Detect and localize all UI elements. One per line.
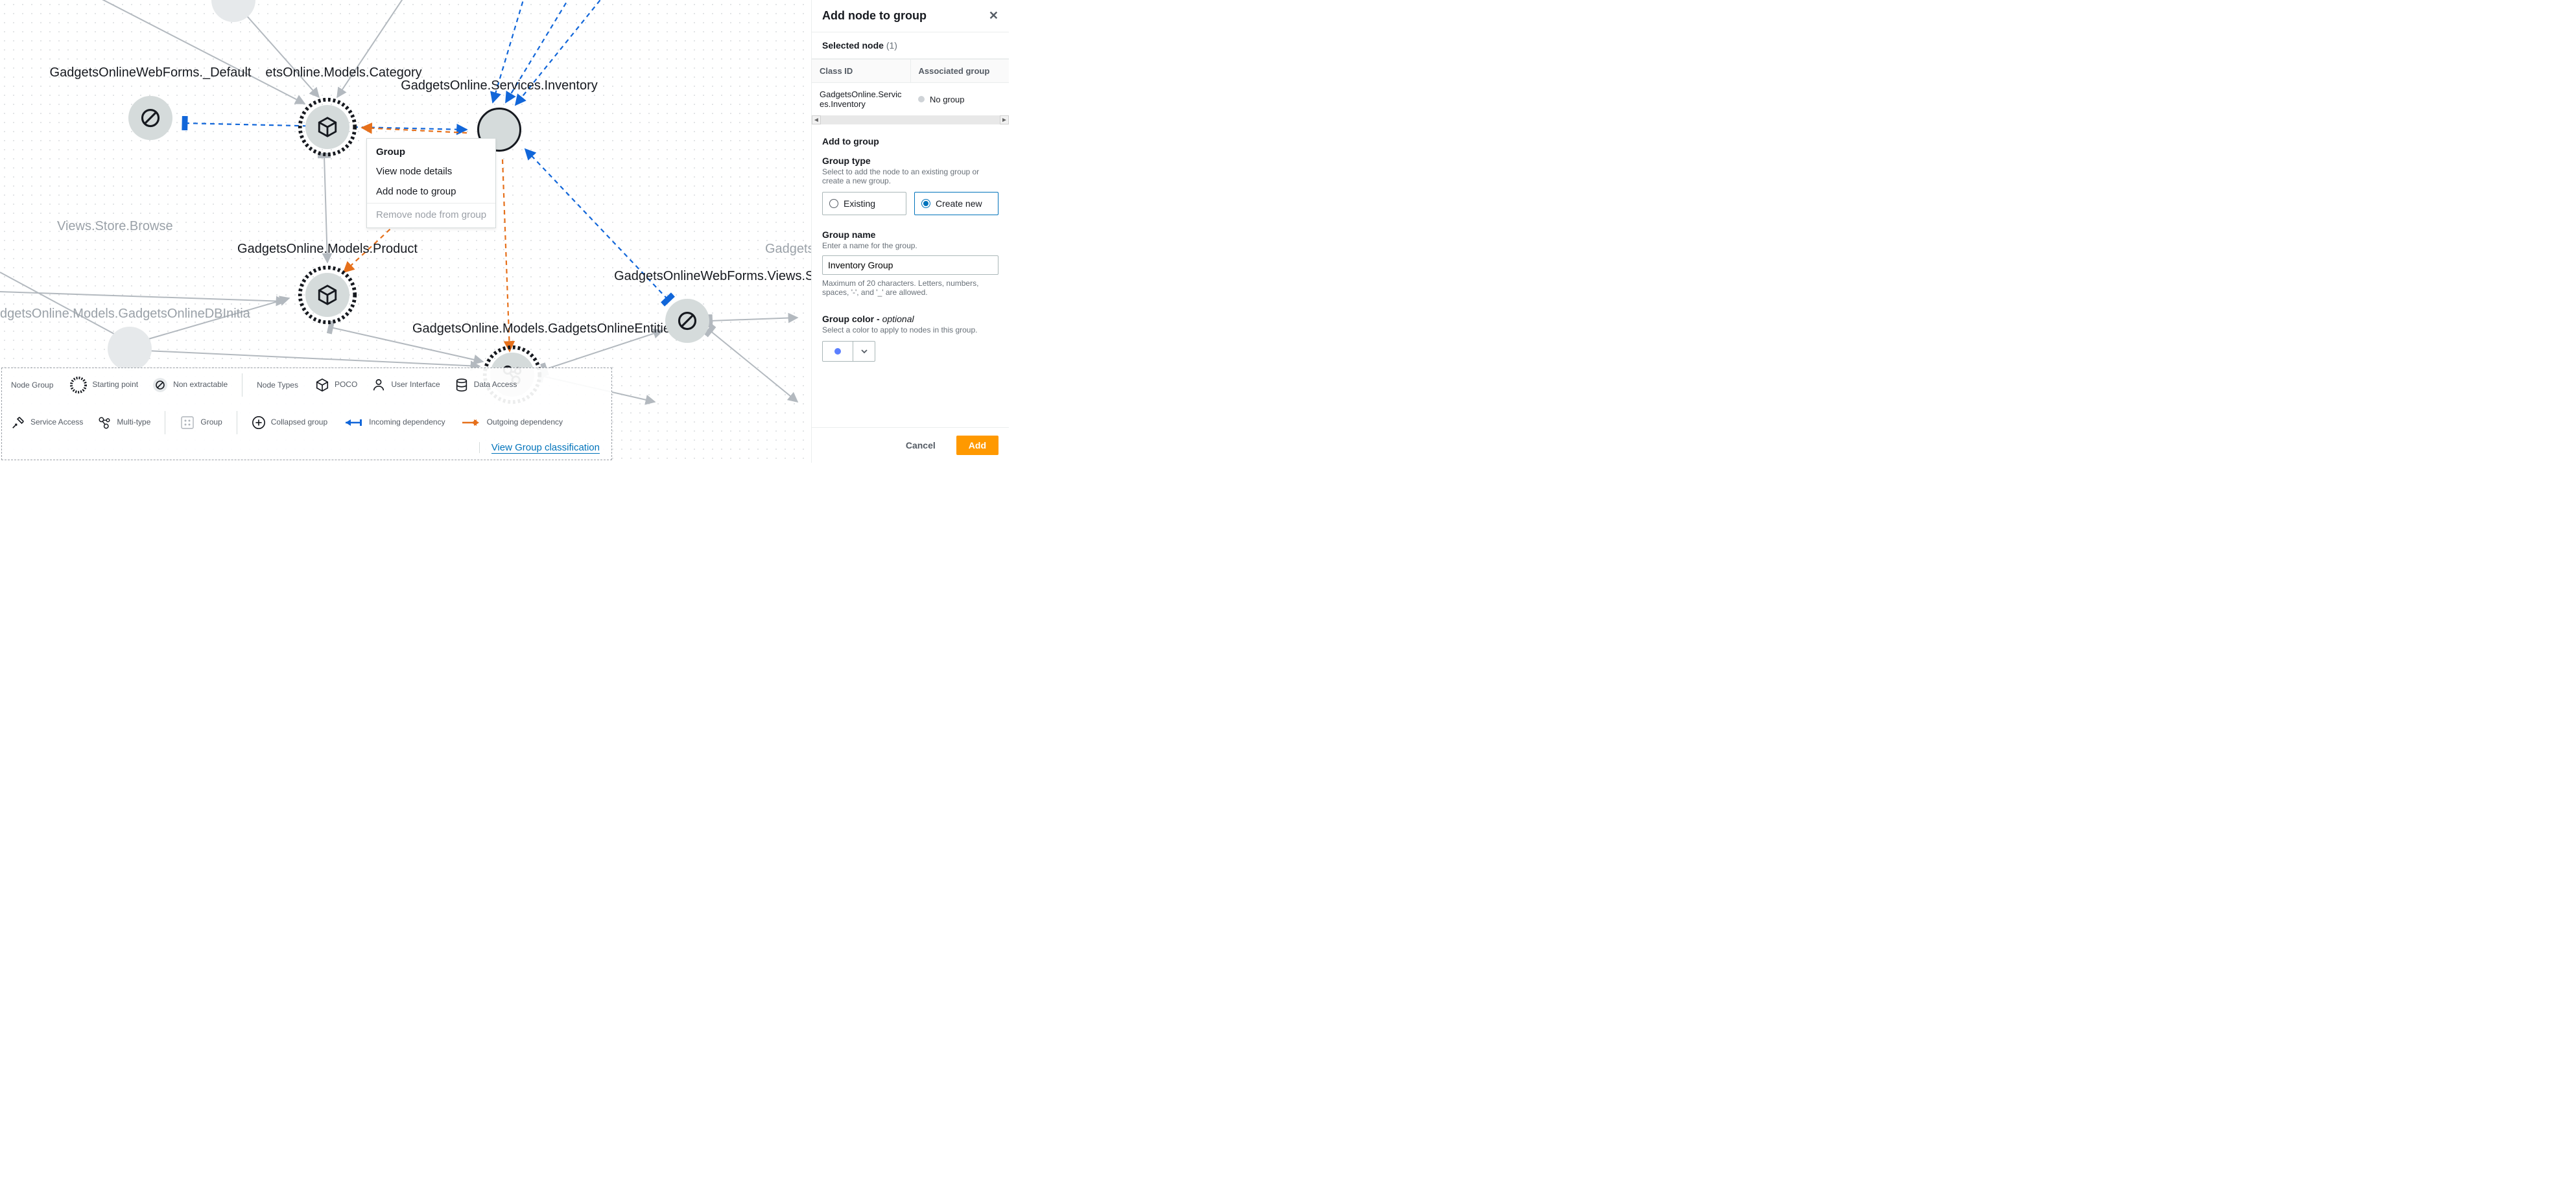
node-label-storebrowse: Views.Store.Browse (57, 219, 173, 237)
poco-icon (315, 378, 329, 392)
legend: Node Group Starting point Non extractabl… (1, 368, 612, 460)
group-name-constraint: Maximum of 20 characters. Letters, numbe… (822, 279, 998, 297)
node-shoppingcart[interactable] (656, 290, 718, 352)
radio-existing[interactable]: Existing (822, 192, 906, 215)
node-label-default: GadgetsOnlineWebForms._Default (50, 65, 252, 83)
multi-type-icon (97, 415, 112, 430)
database-icon (455, 378, 469, 392)
menu-remove-node-from-group: Remove node from group (367, 205, 495, 225)
radio-create-new[interactable]: Create new (914, 192, 998, 215)
group-type-hint: Select to add the node to an existing gr… (822, 167, 998, 185)
group-name-label: Group name (822, 229, 998, 240)
col-class-id: Class ID (812, 59, 910, 83)
node-product[interactable] (296, 264, 359, 326)
starting-ring-icon (296, 96, 359, 158)
node-label-shoppingcart: GadgetsOnlineWebForms.Views.ShoppingCa (614, 269, 811, 286)
non-extractable-icon (152, 377, 168, 393)
close-icon[interactable]: ✕ (989, 9, 998, 23)
group-icon (180, 415, 195, 430)
context-menu-header: Group (367, 143, 495, 161)
legend-multi-type: Multi-type (97, 415, 150, 430)
context-menu: Group View node details Add node to grou… (366, 138, 496, 228)
legend-service-access: Service Access (11, 415, 83, 430)
non-extractable-icon (141, 108, 160, 128)
group-color-dot (918, 96, 925, 102)
group-color-label: Group color - optional (822, 314, 998, 324)
legend-incoming: Incoming dependency (342, 418, 445, 427)
add-to-group-header: Add to group (822, 136, 998, 146)
node-label-entities: GadgetsOnline.Models.GadgetsOnlineEntiti… (412, 322, 677, 339)
legend-user-interface: User Interface (372, 378, 440, 392)
menu-view-node-details[interactable]: View node details (367, 161, 495, 181)
legend-non-extractable: Non extractable (152, 377, 228, 393)
divider (367, 203, 495, 204)
col-assoc-group: Associated group (910, 59, 1010, 83)
horizontal-scrollbar[interactable]: ◄ ► (812, 115, 1009, 124)
selected-node-row: GadgetsOnline.Services.Inventory No grou… (812, 83, 1009, 115)
non-extractable-icon (678, 311, 697, 331)
panel-title: Add node to group (822, 9, 927, 23)
side-panel: Add node to group ✕ Selected node (1) Cl… (811, 0, 1009, 463)
chevron-down-icon (853, 342, 875, 361)
cancel-button[interactable]: Cancel (894, 436, 947, 455)
group-color-select[interactable] (822, 341, 875, 362)
view-group-classification-link[interactable]: View Group classification (491, 442, 600, 454)
scroll-left-icon[interactable]: ◄ (812, 115, 821, 124)
node-default[interactable] (119, 87, 182, 149)
legend-starting-point: Starting point (70, 377, 138, 393)
add-button[interactable]: Add (956, 436, 998, 455)
cell-class-id: GadgetsOnline.Services.Inventory (812, 83, 910, 115)
legend-data-access: Data Access (455, 378, 517, 392)
radio-icon (829, 199, 838, 208)
node-label-category: etsOnline.Models.Category (265, 65, 421, 83)
user-icon (372, 378, 386, 392)
cell-assoc-group: No group (910, 83, 1009, 115)
radio-icon (921, 199, 930, 208)
tools-icon (11, 415, 25, 430)
starting-point-icon (70, 377, 87, 393)
incoming-arrow-icon (342, 418, 364, 427)
legend-outgoing: Outgoing dependency (460, 418, 563, 427)
menu-add-node-to-group[interactable]: Add node to group (367, 181, 495, 202)
group-color-hint: Select a color to apply to nodes in this… (822, 325, 998, 334)
selected-node-table-header: Class ID Associated group (812, 59, 1009, 83)
graph-canvas[interactable]: GadgetsOnlineWebForms._Default etsOnline… (0, 0, 811, 463)
node-label-product: GadgetsOnline.Models.Product (237, 242, 418, 259)
outgoing-arrow-icon (460, 418, 482, 427)
node-category[interactable] (296, 96, 359, 158)
group-name-input[interactable] (822, 255, 998, 275)
starting-ring-icon (296, 264, 359, 326)
legend-group: Group (180, 415, 222, 430)
legend-poco: POCO (315, 378, 357, 392)
scroll-right-icon[interactable]: ► (1000, 115, 1009, 124)
group-type-label: Group type (822, 156, 998, 166)
color-swatch (823, 348, 853, 355)
legend-collapsed-group: Collapsed group (252, 415, 327, 430)
selected-node-header: Selected node (1) (822, 40, 998, 51)
node-faded-top[interactable] (202, 0, 265, 31)
group-name-hint: Enter a name for the group. (822, 241, 998, 250)
collapsed-group-icon (252, 415, 266, 430)
node-label-rightfaded: GadgetsOnline (765, 242, 811, 259)
legend-node-types-label: Node Types (257, 380, 301, 390)
legend-node-group-label: Node Group (11, 380, 56, 390)
node-label-inventory: GadgetsOnline.Services.Inventory (401, 78, 598, 96)
